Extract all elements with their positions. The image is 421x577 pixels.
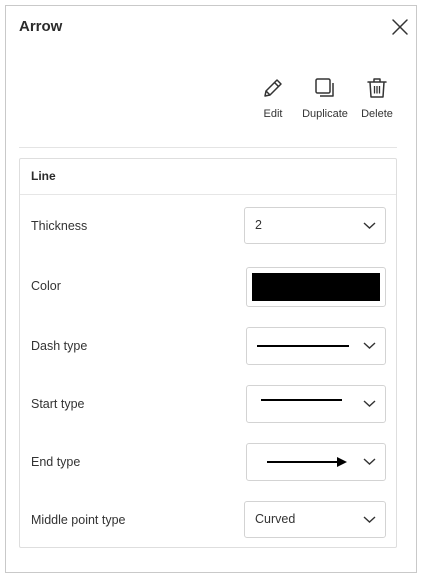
duplicate-button[interactable]: Duplicate (300, 76, 350, 120)
end-type-row: End type (20, 443, 396, 481)
edit-button[interactable]: Edit (260, 76, 286, 120)
thickness-select[interactable]: 2 (244, 207, 386, 244)
solid-line-preview (257, 345, 349, 347)
chevron-down-icon (363, 400, 376, 407)
trash-icon (367, 78, 387, 98)
dash-type-select[interactable] (246, 327, 386, 365)
start-type-select[interactable] (246, 385, 386, 423)
thickness-value: 2 (255, 218, 262, 232)
dash-type-row: Dash type (20, 327, 396, 365)
chevron-down-icon (363, 222, 376, 229)
thickness-label: Thickness (31, 219, 88, 233)
middle-point-type-label: Middle point type (31, 513, 126, 527)
end-type-select[interactable] (246, 443, 386, 481)
line-section-title: Line (20, 159, 396, 195)
divider (19, 147, 397, 148)
color-swatch (252, 273, 380, 301)
action-toolbar: Edit Duplicate Delete (6, 76, 416, 126)
chevron-down-icon (363, 516, 376, 523)
end-type-label: End type (31, 455, 81, 469)
panel-title: Arrow (19, 18, 63, 35)
duplicate-icon (315, 78, 334, 97)
start-type-label: Start type (31, 397, 85, 411)
arrow-properties-panel: Arrow Edit Duplicate Delete Line Thickne… (5, 5, 417, 573)
line-section: Line Thickness 2 Color Dash type Start t… (19, 158, 397, 548)
thickness-row: Thickness 2 (20, 207, 396, 245)
dash-type-label: Dash type (31, 339, 88, 353)
middle-point-type-value: Curved (255, 512, 296, 526)
close-icon (392, 19, 408, 35)
arrow-end-preview (267, 457, 347, 467)
chevron-down-icon (363, 342, 376, 349)
chevron-down-icon (363, 458, 376, 465)
delete-label: Delete (361, 108, 393, 120)
close-button[interactable] (391, 18, 409, 36)
color-label: Color (31, 279, 61, 293)
plain-start-preview (261, 399, 342, 401)
pencil-icon (264, 79, 282, 97)
start-type-row: Start type (20, 385, 396, 423)
color-picker[interactable] (246, 267, 386, 307)
delete-button[interactable]: Delete (359, 76, 395, 120)
duplicate-label: Duplicate (302, 108, 348, 120)
middle-point-type-select[interactable]: Curved (244, 501, 386, 538)
middle-point-type-row: Middle point type Curved (20, 501, 396, 539)
edit-label: Edit (263, 108, 283, 120)
color-row: Color (20, 267, 396, 307)
